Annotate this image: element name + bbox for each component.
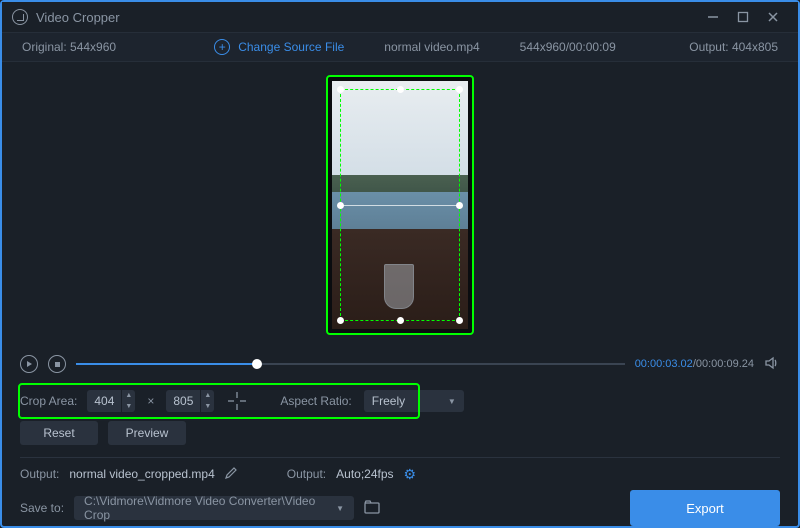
output-info-row: Output: normal video_cropped.mp4 Output:… [2,460,798,488]
timeline-track[interactable] [76,359,625,369]
time-total: 00:00:09.24 [696,358,754,370]
video-content [332,81,468,329]
crop-handle-tr[interactable] [456,86,463,93]
save-path-dropdown[interactable]: C:\Vidmore\Vidmore Video Converter\Video… [74,496,354,520]
highlight-box [18,383,420,419]
timeline-time: 00:00:03.02/00:00:09.24 [635,358,754,370]
width-up-icon[interactable]: ▲ [122,390,135,401]
output-dimensions: Output: 404x805 [658,40,778,54]
preview-button[interactable]: Preview [108,421,186,445]
plus-circle-icon: + [214,39,230,55]
app-logo-icon [12,9,28,25]
crop-height-value: 805 [166,394,200,408]
stop-button[interactable] [48,355,66,373]
header-bar: Original: 544x960 + Change Source File n… [2,32,798,62]
time-current: 00:00:03.02 [635,358,693,370]
titlebar: Video Cropper [2,2,798,32]
aspect-ratio-value: Freely [372,394,405,408]
close-button[interactable] [758,7,788,27]
minimize-button[interactable] [698,7,728,27]
width-down-icon[interactable]: ▼ [122,401,135,412]
volume-icon[interactable] [764,355,780,374]
crop-handle-br[interactable] [456,317,463,324]
output-label-1: Output: [20,467,59,481]
crop-handle-bl[interactable] [337,317,344,324]
save-path-value: C:\Vidmore\Vidmore Video Converter\Video… [84,494,336,522]
height-down-icon[interactable]: ▼ [201,401,214,412]
crop-handle-tl[interactable] [337,86,344,93]
source-filename: normal video.mp4 [384,40,479,54]
chevron-down-icon: ▼ [448,397,456,406]
crop-width-value: 404 [87,394,121,408]
crop-area-label: Crop Area: [20,394,77,408]
change-source-button[interactable]: + Change Source File [214,39,344,55]
crop-handle-tc[interactable] [397,86,404,93]
output-label-2: Output: [287,467,326,481]
preview-area [2,62,798,347]
save-to-label: Save to: [20,501,64,515]
export-button[interactable]: Export [630,490,780,526]
multiply-symbol: × [147,394,154,408]
action-buttons: Reset Preview [2,421,798,455]
original-dimensions: Original: 544x960 [22,40,172,54]
video-frame [326,75,474,335]
change-source-label: Change Source File [238,40,344,54]
maximize-button[interactable] [728,7,758,27]
crop-handle-mr[interactable] [456,202,463,209]
output-filename: normal video_cropped.mp4 [69,467,214,481]
output-settings: Auto;24fps [336,467,393,481]
play-button[interactable] [20,355,38,373]
aspect-ratio-label: Aspect Ratio: [280,394,351,408]
height-up-icon[interactable]: ▲ [201,390,214,401]
center-crop-button[interactable] [226,390,248,412]
app-title: Video Cropper [36,10,120,25]
crop-width-input[interactable]: 404 ▲▼ [87,390,135,412]
divider [20,457,780,458]
timeline-thumb[interactable] [252,359,262,369]
chevron-down-icon: ▼ [336,504,344,513]
source-dimensions-time: 544x960/00:00:09 [520,40,616,54]
crop-handle-bc[interactable] [397,317,404,324]
settings-gear-icon[interactable]: ⚙ [404,466,417,483]
open-folder-icon[interactable] [364,500,380,517]
crop-height-input[interactable]: 805 ▲▼ [166,390,214,412]
crop-controls: Crop Area: 404 ▲▼ × 805 ▲▼ Aspect Ratio:… [2,381,798,421]
reset-button[interactable]: Reset [20,421,98,445]
edit-filename-icon[interactable] [225,467,237,482]
crop-handle-ml[interactable] [337,202,344,209]
crop-selection[interactable] [340,89,460,321]
aspect-ratio-dropdown[interactable]: Freely ▼ [364,390,464,412]
timeline-row: 00:00:03.02/00:00:09.24 [2,347,798,381]
save-row: Save to: C:\Vidmore\Vidmore Video Conver… [2,488,798,528]
